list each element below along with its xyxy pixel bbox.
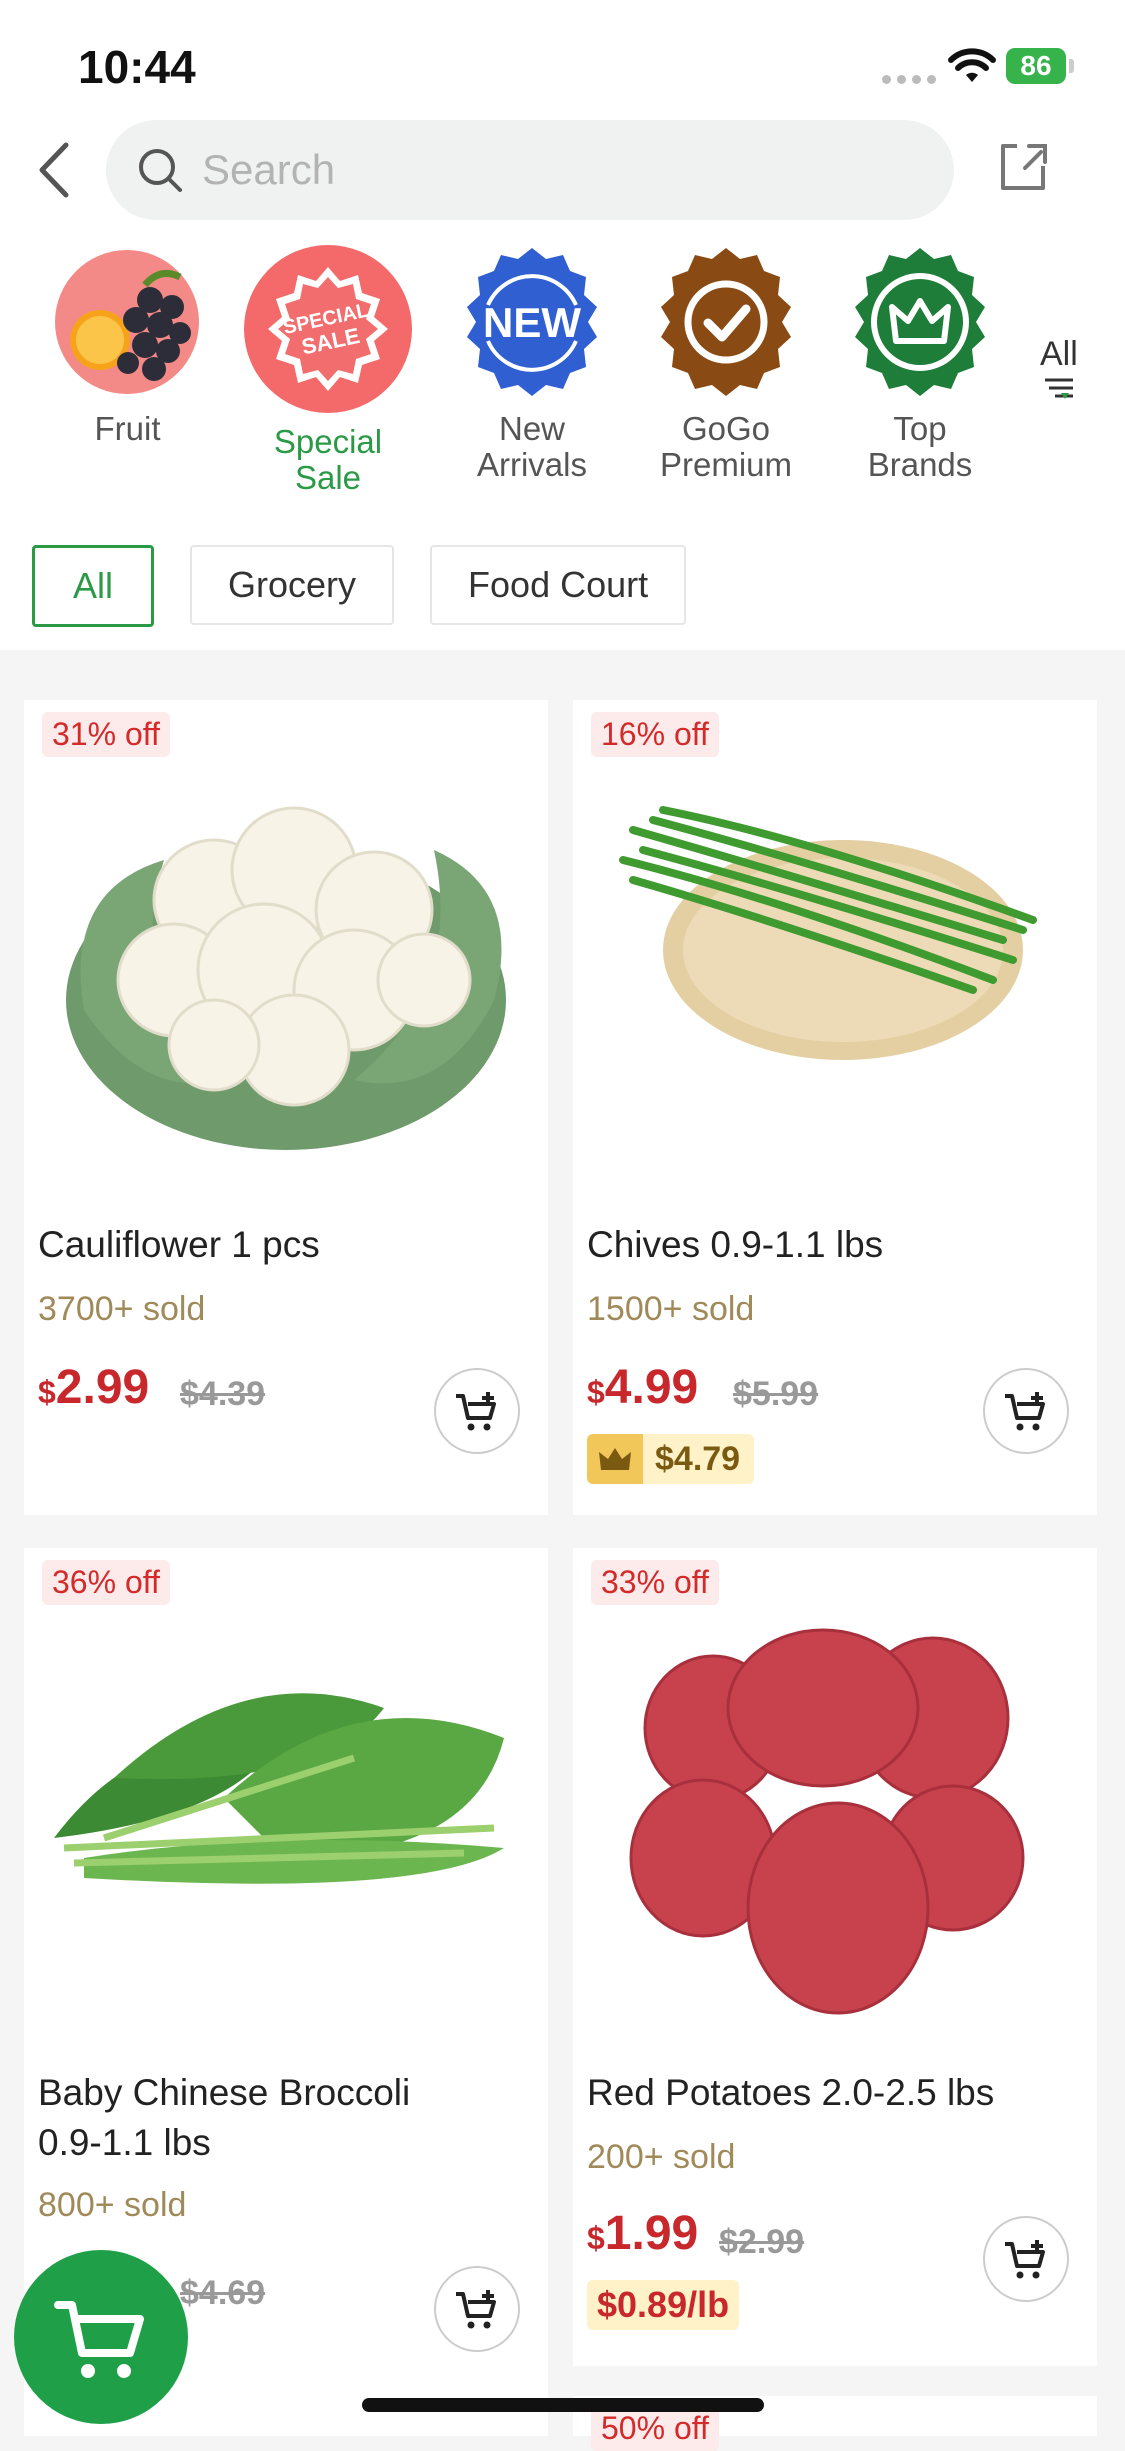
crown-icon [587,1434,643,1484]
share-icon[interactable] [995,138,1051,196]
tab-grocery[interactable]: Grocery [190,545,395,625]
category-label: Fruit [94,410,161,447]
cart-button[interactable] [14,2250,188,2424]
category-label: GoGo Premium [659,410,793,483]
product-name: Chives 0.9-1.1 lbs [587,1224,884,1265]
sold-count: 3700+ sold [38,1290,206,1328]
category-label: New Arrivals [476,410,587,483]
search-input[interactable]: Search [106,120,954,220]
add-cart-icon [1005,2240,1045,2279]
special-sale-icon: SPECIAL SALE [244,245,412,413]
add-to-cart-button[interactable] [434,2266,520,2352]
tab-all[interactable]: All [32,545,155,627]
category-new-arrivals[interactable]: NEW New Arrivals [452,245,612,483]
category-gogo-premium[interactable]: GoGo Premium [646,245,806,483]
new-arrivals-icon: NEW [467,248,597,396]
product-card-chives[interactable]: 16% off Chives 0.9-1.1 lbs 1500+ sold $4… [573,700,1097,1515]
current-price: $2.99 [38,1361,150,1414]
all-categories-button[interactable]: All [1040,335,1078,407]
product-image-cauliflower [66,806,506,1150]
home-indicator [362,2398,764,2412]
original-price: $4.69 [180,2274,266,2312]
unit-price-badge: $0.89/lb [587,2280,740,2330]
category-fruit[interactable]: Fruit [50,245,205,447]
header-area: 10:44 86 Search Fruit SPECIAL SALE Speci… [0,0,1125,650]
product-image-red-potatoes [629,1628,1025,2015]
all-categories-label: All [1040,335,1078,373]
add-cart-icon [456,1392,496,1431]
search-icon [139,149,182,192]
sold-count: 1500+ sold [587,1290,755,1328]
current-price: $4.99 [587,1361,699,1414]
add-to-cart-button[interactable] [983,1368,1069,1454]
add-cart-icon [456,2290,496,2329]
back-icon[interactable] [30,135,80,205]
add-to-cart-button[interactable] [434,1368,520,1454]
category-label: Special Sale [273,423,383,496]
signal-icon [882,75,936,84]
search-placeholder: Search [202,146,336,193]
original-price: $2.99 [719,2223,805,2261]
cart-icon [54,2301,144,2378]
product-name: Cauliflower 1 pcs [38,1224,320,1265]
status-bar: 10:44 86 [0,0,1125,110]
discount-badge: 50% off [591,2406,719,2451]
tab-food-court[interactable]: Food Court [430,545,687,625]
battery-icon: 86 [1006,48,1074,84]
premium-check-icon [661,248,791,396]
add-cart-icon [1005,1392,1045,1431]
member-price: $4.79 [655,1439,741,1478]
status-time: 10:44 [78,41,196,93]
original-price: $5.99 [733,1375,819,1413]
category-special-sale[interactable]: SPECIAL SALE Special Sale [244,245,412,496]
category-label: Top Brands [867,410,973,483]
current-price: $1.99 [587,2207,699,2260]
product-name: Baby Chinese Broccoli 0.9-1.1 lbs [38,2072,411,2163]
new-badge-text: NEW [483,299,581,346]
product-card-red-potatoes[interactable]: 33% off Red Potatoes 2.0-2.5 lbs 200+ so… [573,1548,1097,2366]
sold-count: 800+ sold [38,2186,187,2224]
original-price: $4.39 [180,1375,266,1413]
sold-count: 200+ sold [587,2138,736,2176]
filter-tabs: All Grocery Food Court [32,545,687,627]
member-price-badge: $4.79 [587,1434,755,1484]
filter-list-icon [1044,378,1073,399]
category-row: Fruit SPECIAL SALE Special Sale NEW New A… [0,245,1125,505]
product-image-broccoli [54,1693,504,1884]
fruit-icon [55,250,199,394]
product-name: Red Potatoes 2.0-2.5 lbs [587,2072,995,2113]
category-top-brands[interactable]: Top Brands [840,245,1000,483]
product-image-chives [619,806,1037,1060]
product-card-cauliflower[interactable]: 31% off Cauliflower 1 pcs 3700+ sold $2.… [24,700,548,1515]
add-to-cart-button[interactable] [983,2216,1069,2302]
wifi-icon [948,48,996,82]
crown-icon [855,248,985,396]
